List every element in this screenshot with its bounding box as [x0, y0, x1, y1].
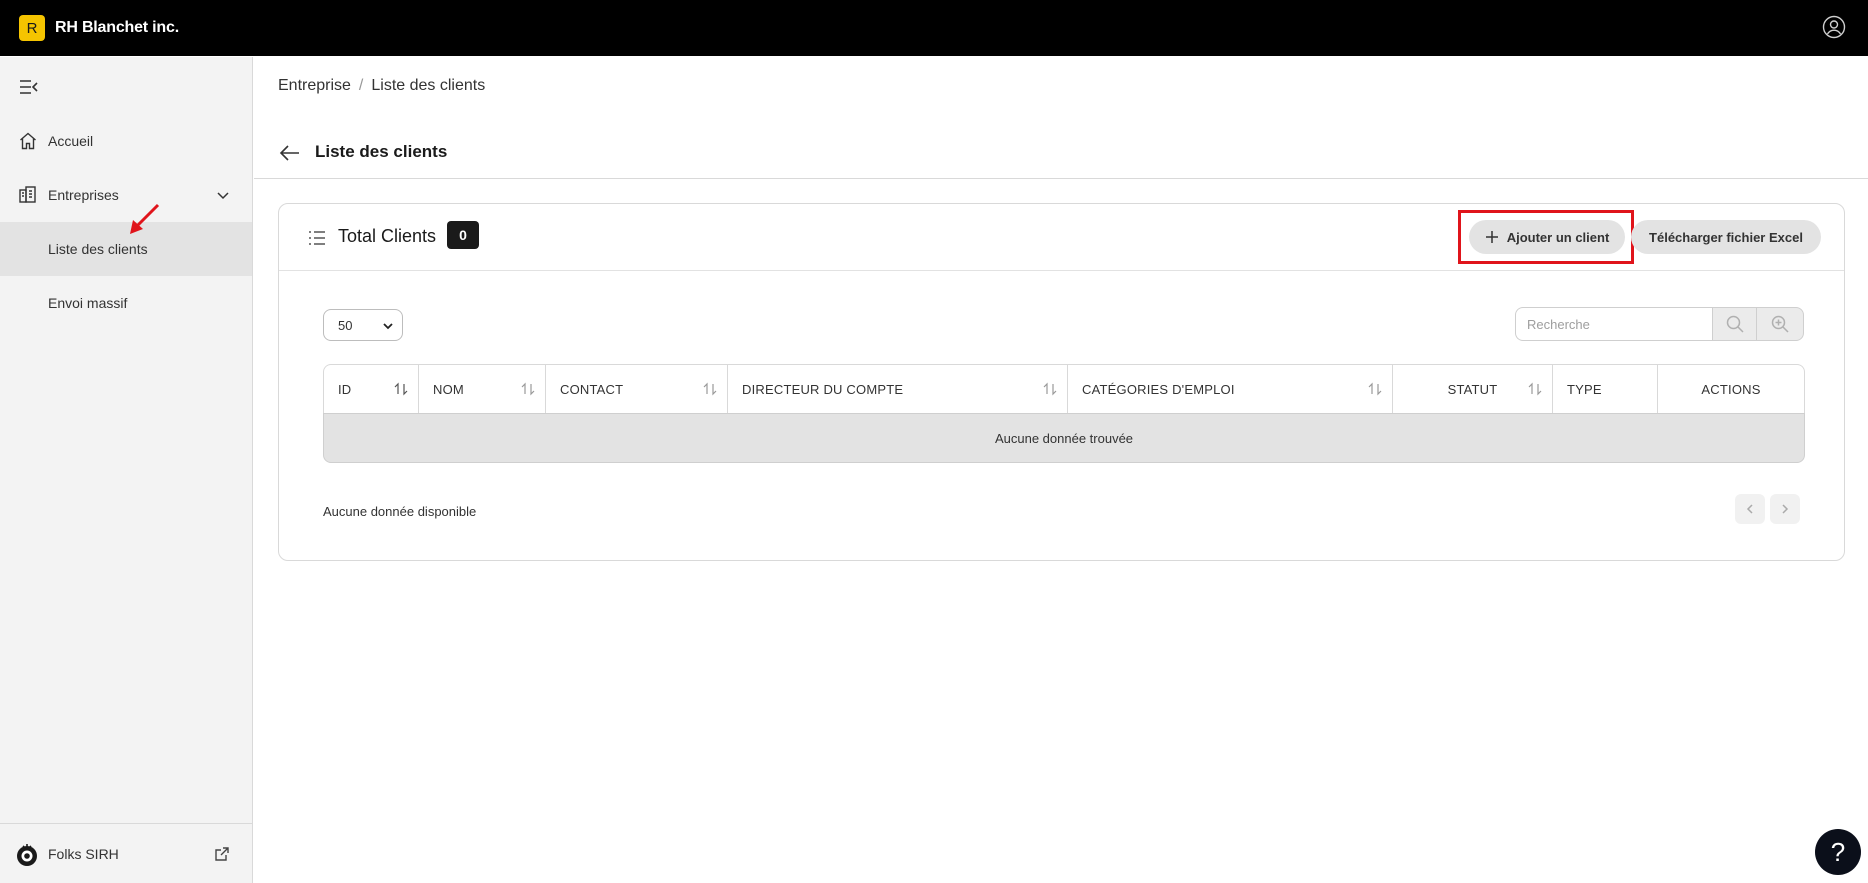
download-excel-button[interactable]: Télécharger fichier Excel	[1631, 220, 1821, 254]
add-client-label: Ajouter un client	[1506, 229, 1610, 245]
search-button[interactable]	[1712, 307, 1757, 341]
column-header-actions: ACTIONS	[1658, 365, 1804, 413]
collapse-menu-icon[interactable]	[19, 78, 39, 96]
folks-logo-icon	[17, 844, 37, 866]
column-label: CATÉGORIES D'EMPLOI	[1082, 381, 1235, 397]
table-empty-row: Aucune donnée trouvée	[323, 413, 1805, 463]
add-client-button[interactable]: Ajouter un client	[1469, 220, 1625, 254]
sidebar-item-label: Liste des clients	[48, 241, 148, 257]
external-link-icon[interactable]	[214, 846, 230, 862]
sidebar-item-label: Entreprises	[48, 187, 119, 203]
chevron-down-icon	[383, 323, 393, 330]
sort-icon	[1368, 382, 1382, 396]
advanced-search-button[interactable]	[1756, 307, 1804, 341]
app-logo: R	[19, 15, 45, 41]
column-label: CONTACT	[560, 381, 624, 397]
arrow-left-icon[interactable]	[278, 141, 302, 165]
column-label: ID	[338, 381, 352, 397]
chevron-right-icon	[1782, 504, 1789, 514]
next-page-button[interactable]	[1770, 494, 1800, 524]
chevron-left-icon	[1746, 504, 1753, 514]
breadcrumb-separator: /	[358, 77, 364, 94]
breadcrumb: Entreprise / Liste des clients	[278, 77, 485, 95]
sidebar: Accueil Entreprises Liste des clients En…	[0, 57, 253, 883]
search-icon	[1726, 315, 1744, 333]
column-label: TYPE	[1567, 381, 1602, 397]
help-button[interactable]: ?	[1815, 829, 1861, 875]
sidebar-item-label: Envoi massif	[48, 295, 128, 311]
annotation-arrow-icon	[130, 203, 160, 234]
sidebar-item-envoi-massif[interactable]: Envoi massif	[0, 276, 252, 330]
breadcrumb-item-current: Liste des clients	[371, 77, 486, 94]
chevron-down-icon	[217, 192, 229, 200]
clients-card: Total Clients 0 Ajouter un client Téléch…	[278, 203, 1845, 561]
sort-icon	[394, 382, 408, 396]
page-header: Liste des clients	[254, 129, 1868, 179]
sort-icon	[521, 382, 535, 396]
column-label: STATUT	[1447, 381, 1498, 397]
page-size-value: 50	[338, 317, 353, 333]
table-header: ID NOM CONTACT DIRECTEUR DU COMPTE CATÉG…	[323, 364, 1805, 413]
sort-icon	[1528, 382, 1542, 396]
column-header-type[interactable]: TYPE	[1553, 365, 1658, 413]
building-icon	[19, 186, 36, 203]
column-label: DIRECTEUR DU COMPTE	[742, 381, 904, 397]
breadcrumb-item-entreprise[interactable]: Entreprise	[278, 77, 351, 95]
search-group	[1515, 307, 1804, 341]
column-label: ACTIONS	[1701, 381, 1761, 397]
clients-table: ID NOM CONTACT DIRECTEUR DU COMPTE CATÉG…	[323, 364, 1805, 463]
column-header-contact[interactable]: CONTACT	[546, 365, 728, 413]
list-icon	[309, 231, 325, 245]
sort-icon	[703, 382, 717, 396]
sidebar-item-label: Accueil	[48, 133, 94, 149]
sidebar-item-accueil[interactable]: Accueil	[0, 114, 252, 168]
page-title: Liste des clients	[315, 142, 448, 161]
main-content: Entreprise / Liste des clients Liste des…	[254, 57, 1868, 883]
column-header-id[interactable]: ID	[324, 365, 419, 413]
column-header-nom[interactable]: NOM	[419, 365, 546, 413]
sort-icon	[1043, 382, 1057, 396]
zoom-in-icon	[1771, 315, 1789, 333]
search-input[interactable]	[1515, 307, 1712, 341]
pagination-info: Aucune donnée disponible	[323, 504, 477, 519]
user-circle-icon[interactable]	[1822, 15, 1846, 39]
folks-sirh-label: Folks SIRH	[48, 846, 119, 862]
card-header: Total Clients 0 Ajouter un client Téléch…	[279, 204, 1844, 271]
column-header-statut[interactable]: STATUT	[1393, 365, 1553, 413]
column-label: NOM	[433, 381, 464, 397]
column-header-categories[interactable]: CATÉGORIES D'EMPLOI	[1068, 365, 1393, 413]
page-size-select[interactable]: 50	[323, 309, 403, 341]
app-name: RH Blanchet inc.	[55, 19, 179, 36]
top-bar: R RH Blanchet inc.	[0, 0, 1868, 56]
column-header-directeur[interactable]: DIRECTEUR DU COMPTE	[728, 365, 1068, 413]
home-icon	[20, 132, 36, 150]
count-badge: 0	[447, 221, 479, 249]
previous-page-button[interactable]	[1735, 494, 1765, 524]
card-title: Total Clients	[338, 226, 437, 246]
plus-icon	[1485, 231, 1498, 243]
sidebar-footer[interactable]: Folks SIRH	[0, 823, 252, 883]
